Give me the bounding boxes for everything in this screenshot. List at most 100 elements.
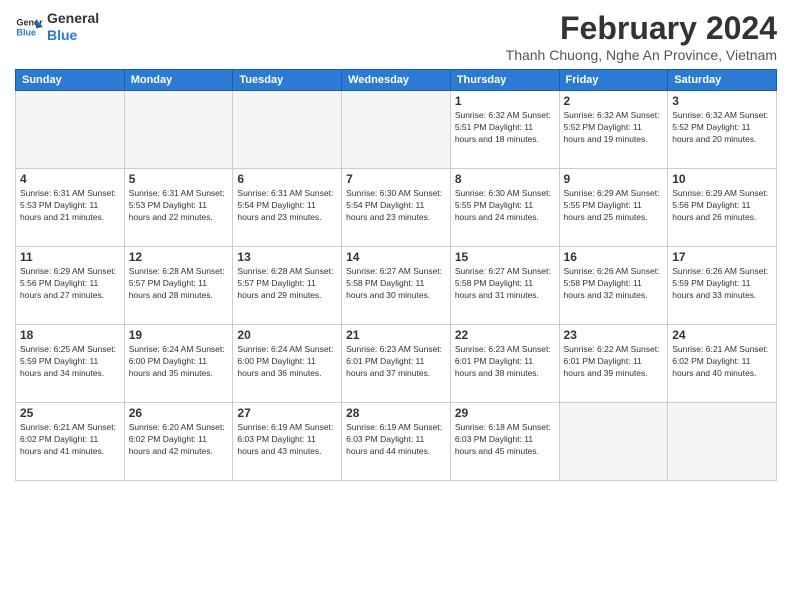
day-number: 5 bbox=[129, 172, 229, 186]
day-info: Sunrise: 6:23 AM Sunset: 6:01 PM Dayligh… bbox=[455, 344, 555, 380]
day-number: 17 bbox=[672, 250, 772, 264]
calendar-cell: 23 Sunrise: 6:22 AM Sunset: 6:01 PM Dayli… bbox=[559, 325, 668, 403]
day-number: 23 bbox=[564, 328, 664, 342]
day-number: 1 bbox=[455, 94, 555, 108]
calendar-cell bbox=[233, 91, 342, 169]
week-row-5: 25 Sunrise: 6:21 AM Sunset: 6:02 PM Dayli… bbox=[16, 403, 777, 481]
day-number: 27 bbox=[237, 406, 337, 420]
calendar-cell: 12 Sunrise: 6:28 AM Sunset: 5:57 PM Dayli… bbox=[124, 247, 233, 325]
calendar-cell: 22 Sunrise: 6:23 AM Sunset: 6:01 PM Dayli… bbox=[450, 325, 559, 403]
logo: General Blue General Blue bbox=[15, 10, 99, 44]
day-number: 7 bbox=[346, 172, 446, 186]
calendar-cell bbox=[668, 403, 777, 481]
day-info: Sunrise: 6:24 AM Sunset: 6:00 PM Dayligh… bbox=[129, 344, 229, 380]
logo-icon: General Blue bbox=[15, 13, 43, 41]
calendar-cell: 4Sunrise: 6:31 AM Sunset: 5:53 PM Daylig… bbox=[16, 169, 125, 247]
day-info: Sunrise: 6:27 AM Sunset: 5:58 PM Dayligh… bbox=[455, 266, 555, 302]
day-number: 29 bbox=[455, 406, 555, 420]
day-info: Sunrise: 6:31 AM Sunset: 5:54 PM Dayligh… bbox=[237, 188, 337, 224]
calendar-cell bbox=[559, 403, 668, 481]
logo-line1: General bbox=[47, 10, 99, 27]
day-info: Sunrise: 6:29 AM Sunset: 5:56 PM Dayligh… bbox=[20, 266, 120, 302]
day-info: Sunrise: 6:18 AM Sunset: 6:03 PM Dayligh… bbox=[455, 422, 555, 458]
day-number: 25 bbox=[20, 406, 120, 420]
calendar-cell: 14Sunrise: 6:27 AM Sunset: 5:58 PM Dayli… bbox=[342, 247, 451, 325]
day-number: 10 bbox=[672, 172, 772, 186]
calendar-cell: 5 Sunrise: 6:31 AM Sunset: 5:53 PM Daylig… bbox=[124, 169, 233, 247]
day-info: Sunrise: 6:21 AM Sunset: 6:02 PM Dayligh… bbox=[672, 344, 772, 380]
day-info: Sunrise: 6:30 AM Sunset: 5:55 PM Dayligh… bbox=[455, 188, 555, 224]
page-subtitle: Thanh Chuong, Nghe An Province, Vietnam bbox=[506, 47, 777, 63]
day-info: Sunrise: 6:23 AM Sunset: 6:01 PM Dayligh… bbox=[346, 344, 446, 380]
day-info: Sunrise: 6:24 AM Sunset: 6:00 PM Dayligh… bbox=[237, 344, 337, 380]
day-number: 9 bbox=[564, 172, 664, 186]
calendar-cell: 17Sunrise: 6:26 AM Sunset: 5:59 PM Dayli… bbox=[668, 247, 777, 325]
day-info: Sunrise: 6:29 AM Sunset: 5:56 PM Dayligh… bbox=[672, 188, 772, 224]
calendar-cell: 27 Sunrise: 6:19 AM Sunset: 6:03 PM Dayli… bbox=[233, 403, 342, 481]
day-number: 16 bbox=[564, 250, 664, 264]
col-sunday: Sunday bbox=[16, 70, 125, 91]
day-number: 3 bbox=[672, 94, 772, 108]
week-row-3: 11 Sunrise: 6:29 AM Sunset: 5:56 PM Dayli… bbox=[16, 247, 777, 325]
week-row-1: 1 Sunrise: 6:32 AM Sunset: 5:51 PM Daylig… bbox=[16, 91, 777, 169]
calendar-cell: 3 Sunrise: 6:32 AM Sunset: 5:52 PM Daylig… bbox=[668, 91, 777, 169]
day-info: Sunrise: 6:31 AM Sunset: 5:53 PM Dayligh… bbox=[129, 188, 229, 224]
col-friday: Friday bbox=[559, 70, 668, 91]
calendar-cell: 26 Sunrise: 6:20 AM Sunset: 6:02 PM Dayli… bbox=[124, 403, 233, 481]
day-info: Sunrise: 6:19 AM Sunset: 6:03 PM Dayligh… bbox=[237, 422, 337, 458]
calendar-header-row: Sunday Monday Tuesday Wednesday Thursday… bbox=[16, 70, 777, 91]
svg-text:Blue: Blue bbox=[16, 27, 36, 37]
calendar-cell: 13 Sunrise: 6:28 AM Sunset: 5:57 PM Dayli… bbox=[233, 247, 342, 325]
calendar-cell: 15 Sunrise: 6:27 AM Sunset: 5:58 PM Dayli… bbox=[450, 247, 559, 325]
calendar-cell: 7Sunrise: 6:30 AM Sunset: 5:54 PM Daylig… bbox=[342, 169, 451, 247]
day-number: 14 bbox=[346, 250, 446, 264]
day-number: 24 bbox=[672, 328, 772, 342]
day-info: Sunrise: 6:28 AM Sunset: 5:57 PM Dayligh… bbox=[129, 266, 229, 302]
calendar-cell: 29 Sunrise: 6:18 AM Sunset: 6:03 PM Dayli… bbox=[450, 403, 559, 481]
day-number: 19 bbox=[129, 328, 229, 342]
week-row-4: 18 Sunrise: 6:25 AM Sunset: 5:59 PM Dayli… bbox=[16, 325, 777, 403]
day-number: 13 bbox=[237, 250, 337, 264]
header: General Blue General Blue February 2024 … bbox=[15, 10, 777, 63]
day-number: 6 bbox=[237, 172, 337, 186]
col-tuesday: Tuesday bbox=[233, 70, 342, 91]
day-number: 11 bbox=[20, 250, 120, 264]
col-monday: Monday bbox=[124, 70, 233, 91]
day-number: 22 bbox=[455, 328, 555, 342]
title-block: February 2024 Thanh Chuong, Nghe An Prov… bbox=[506, 10, 777, 63]
calendar-cell: 24 Sunrise: 6:21 AM Sunset: 6:02 PM Dayli… bbox=[668, 325, 777, 403]
calendar-cell: 16Sunrise: 6:26 AM Sunset: 5:58 PM Dayli… bbox=[559, 247, 668, 325]
day-number: 18 bbox=[20, 328, 120, 342]
day-number: 28 bbox=[346, 406, 446, 420]
day-info: Sunrise: 6:25 AM Sunset: 5:59 PM Dayligh… bbox=[20, 344, 120, 380]
col-saturday: Saturday bbox=[668, 70, 777, 91]
day-number: 21 bbox=[346, 328, 446, 342]
day-info: Sunrise: 6:28 AM Sunset: 5:57 PM Dayligh… bbox=[237, 266, 337, 302]
day-info: Sunrise: 6:19 AM Sunset: 6:03 PM Dayligh… bbox=[346, 422, 446, 458]
day-number: 8 bbox=[455, 172, 555, 186]
day-number: 15 bbox=[455, 250, 555, 264]
day-number: 12 bbox=[129, 250, 229, 264]
day-info: Sunrise: 6:32 AM Sunset: 5:52 PM Dayligh… bbox=[564, 110, 664, 146]
calendar-cell: 28 Sunrise: 6:19 AM Sunset: 6:03 PM Dayli… bbox=[342, 403, 451, 481]
day-info: Sunrise: 6:32 AM Sunset: 5:52 PM Dayligh… bbox=[672, 110, 772, 146]
day-info: Sunrise: 6:20 AM Sunset: 6:02 PM Dayligh… bbox=[129, 422, 229, 458]
day-info: Sunrise: 6:31 AM Sunset: 5:53 PM Dayligh… bbox=[20, 188, 120, 224]
day-info: Sunrise: 6:29 AM Sunset: 5:55 PM Dayligh… bbox=[564, 188, 664, 224]
col-thursday: Thursday bbox=[450, 70, 559, 91]
day-info: Sunrise: 6:22 AM Sunset: 6:01 PM Dayligh… bbox=[564, 344, 664, 380]
calendar-cell: 18 Sunrise: 6:25 AM Sunset: 5:59 PM Dayli… bbox=[16, 325, 125, 403]
calendar-cell: 1 Sunrise: 6:32 AM Sunset: 5:51 PM Daylig… bbox=[450, 91, 559, 169]
calendar: Sunday Monday Tuesday Wednesday Thursday… bbox=[15, 69, 777, 481]
day-number: 20 bbox=[237, 328, 337, 342]
page: General Blue General Blue February 2024 … bbox=[0, 0, 792, 612]
day-info: Sunrise: 6:21 AM Sunset: 6:02 PM Dayligh… bbox=[20, 422, 120, 458]
calendar-cell: 8 Sunrise: 6:30 AM Sunset: 5:55 PM Daylig… bbox=[450, 169, 559, 247]
calendar-cell: 10 Sunrise: 6:29 AM Sunset: 5:56 PM Dayli… bbox=[668, 169, 777, 247]
calendar-cell: 6 Sunrise: 6:31 AM Sunset: 5:54 PM Daylig… bbox=[233, 169, 342, 247]
day-number: 26 bbox=[129, 406, 229, 420]
day-info: Sunrise: 6:32 AM Sunset: 5:51 PM Dayligh… bbox=[455, 110, 555, 146]
calendar-cell: 2Sunrise: 6:32 AM Sunset: 5:52 PM Daylig… bbox=[559, 91, 668, 169]
logo-line2: Blue bbox=[47, 27, 99, 44]
calendar-cell: 11 Sunrise: 6:29 AM Sunset: 5:56 PM Dayli… bbox=[16, 247, 125, 325]
